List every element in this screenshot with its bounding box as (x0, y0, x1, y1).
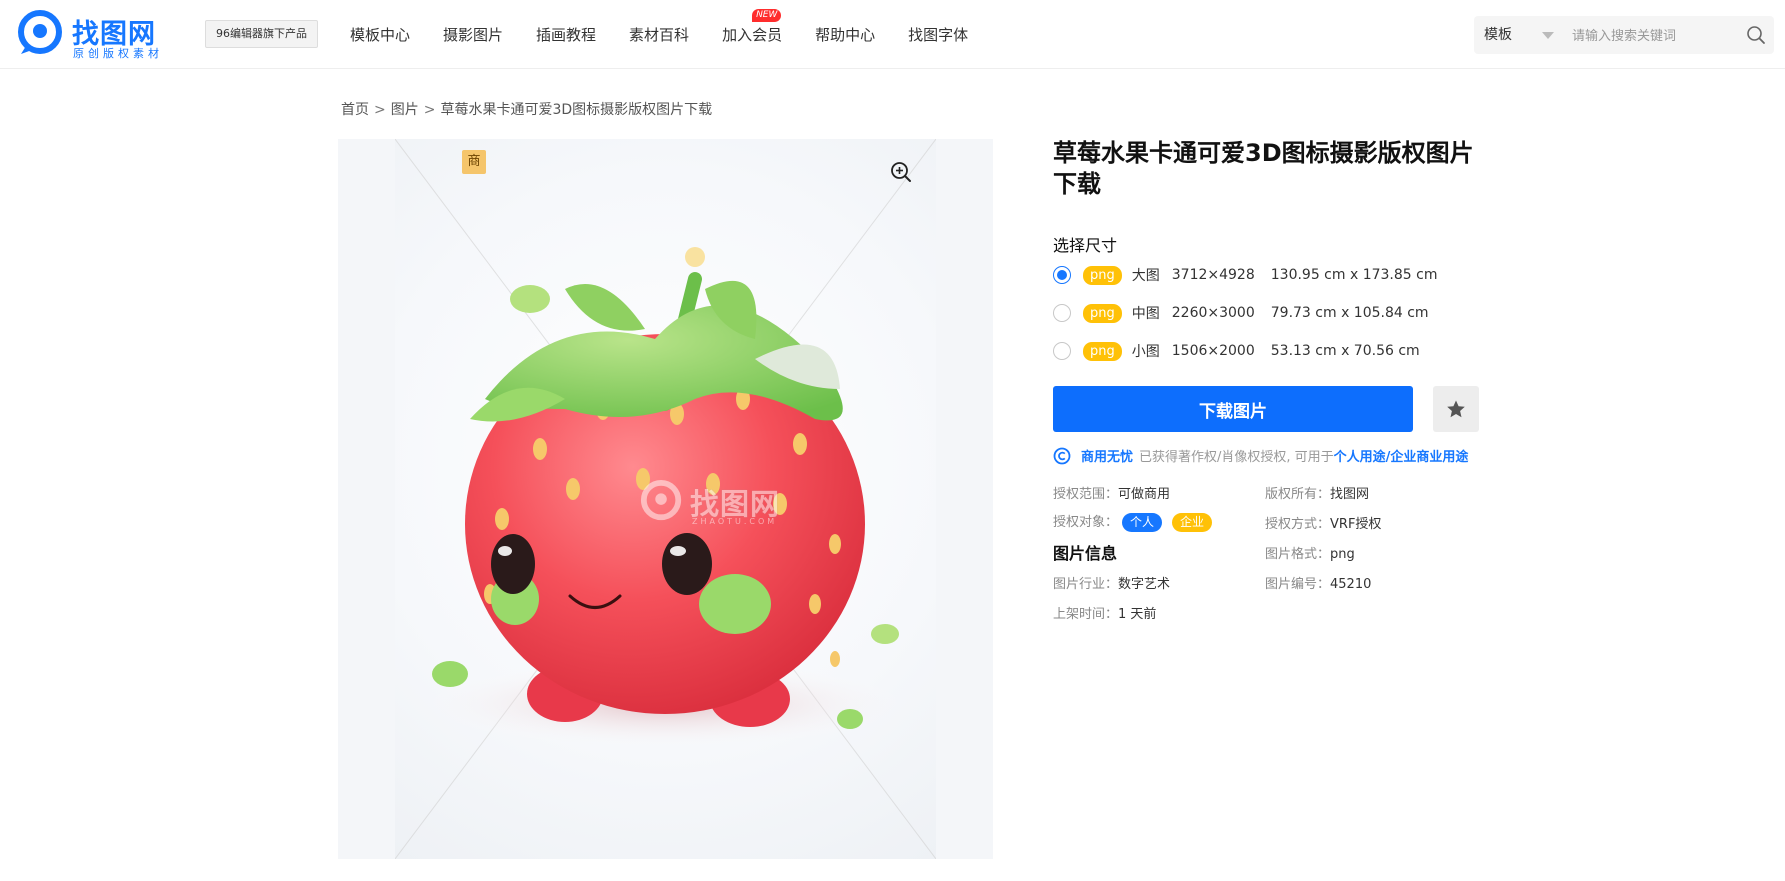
info-value: 可做商用 (1118, 487, 1171, 502)
size-cm: 130.95 cm x 173.85 cm (1270, 267, 1438, 283)
breadcrumb-home[interactable]: 首页 (341, 102, 369, 118)
license-strong: 商用无忧 (1081, 450, 1134, 465)
info-method: 授权方式：VRF授权 (1265, 513, 1381, 532)
image-preview: 商 找图网 ZHAOTU.COM (338, 139, 993, 859)
size-option-small[interactable]: png 小图 1506×2000 53.13 cm x 70.56 cm (1053, 338, 1493, 364)
size-name: 小图 (1131, 344, 1160, 360)
nav-item-tutorials[interactable]: 插画教程 (536, 24, 596, 45)
info-value: 找图网 (1330, 487, 1370, 502)
radio-button[interactable] (1053, 266, 1071, 284)
size-pixels: 2260×3000 (1171, 305, 1255, 321)
target-personal-badge: 个人 (1122, 513, 1163, 532)
chevron-down-icon[interactable] (1542, 32, 1554, 39)
breadcrumb-category[interactable]: 图片 (391, 102, 419, 118)
info-key: 授权范围： (1053, 487, 1119, 502)
new-badge: NEW (752, 8, 782, 22)
copyright-icon (1053, 447, 1071, 464)
search-bar: 模板 (1474, 16, 1774, 56)
size-pixels: 1506×2000 (1171, 343, 1255, 359)
product-tag[interactable]: 96编辑器旗下产品 (205, 20, 318, 48)
license-notice: 商用无忧 已获得著作权/肖像权授权, 可用于 个人用途/企业商业用途 (1053, 446, 1493, 465)
size-option-medium[interactable]: png 中图 2260×3000 79.73 cm x 105.84 cm (1053, 300, 1493, 326)
search-icon[interactable] (1746, 25, 1766, 45)
preview-canvas: 商 找图网 ZHAOTU.COM (395, 139, 936, 859)
format-badge: png (1083, 303, 1122, 323)
info-format: 图片格式：png (1265, 543, 1355, 562)
info-id: 图片编号：45210 (1265, 573, 1371, 592)
info-key: 图片格式： (1265, 547, 1331, 562)
image-title: 草莓水果卡通可爱3D图标摄影版权图片下载 (1053, 139, 1474, 198)
nav-item-encyclopedia[interactable]: 素材百科 (629, 24, 689, 45)
info-key: 授权方式： (1265, 517, 1331, 532)
watermark-subtext: ZHAOTU.COM (692, 517, 778, 526)
format-badge: png (1083, 341, 1122, 361)
info-value: png (1330, 547, 1355, 562)
zoom-in-icon[interactable] (890, 161, 912, 183)
size-label: 选择尺寸 (1053, 236, 1118, 255)
size-cm: 53.13 cm x 70.56 cm (1270, 343, 1420, 359)
target-enterprise-badge: 企业 (1172, 513, 1213, 532)
info-value: 1 天前 (1118, 607, 1157, 622)
info-key: 图片编号： (1265, 577, 1331, 592)
search-type-select[interactable]: 模板 (1484, 16, 1512, 54)
star-icon (1447, 400, 1465, 418)
license-usage-link[interactable]: 个人用途/企业商业用途 (1334, 446, 1469, 465)
main-nav: 模板中心 摄影图片 插画教程 素材百科 加入会员 NEW 帮助中心 找图字体 (350, 0, 1001, 68)
size-cm: 79.73 cm x 105.84 cm (1270, 305, 1429, 321)
nav-label: 找图字体 (908, 25, 969, 44)
size-name: 大图 (1131, 268, 1160, 284)
download-button[interactable]: 下载图片 (1053, 386, 1413, 432)
radio-button[interactable] (1053, 342, 1071, 360)
size-pixels: 3712×4928 (1171, 267, 1255, 283)
nav-item-help[interactable]: 帮助中心 (815, 24, 875, 45)
info-key: 版权所有： (1265, 487, 1331, 502)
info-value: VRF授权 (1330, 517, 1382, 532)
logo-subtitle: 原创版权素材 (73, 47, 163, 60)
commercial-badge: 商 (462, 150, 486, 174)
info-target: 授权对象： 个人 企业 (1053, 511, 1213, 532)
nav-item-photos[interactable]: 摄影图片 (443, 24, 503, 45)
site-logo[interactable]: 找图网 原创版权素材 (18, 10, 178, 60)
info-industry: 图片行业：数字艺术 (1053, 573, 1170, 592)
nav-item-templates[interactable]: 模板中心 (350, 24, 410, 45)
info-key: 上架时间： (1053, 607, 1119, 622)
nav-label: 帮助中心 (815, 25, 876, 44)
info-value: 数字艺术 (1118, 577, 1171, 592)
image-detail-panel: 草莓水果卡通可爱3D图标摄影版权图片下载 选择尺寸 png 大图 3712×49… (1053, 138, 1493, 622)
nav-label: 模板中心 (350, 25, 411, 44)
info-key: 授权对象： (1053, 515, 1119, 530)
nav-label: 摄影图片 (443, 25, 504, 44)
search-input[interactable] (1570, 16, 1734, 56)
top-header: 找图网 原创版权素材 96编辑器旗下产品 模板中心 摄影图片 插画教程 素材百科… (0, 0, 1785, 69)
info-upload-time: 上架时间：1 天前 (1053, 603, 1156, 622)
breadcrumb-separator: > (374, 102, 386, 118)
info-scope: 授权范围：可做商用 (1053, 483, 1170, 502)
breadcrumb-separator: > (423, 102, 436, 118)
watermark-logo-icon (640, 479, 682, 521)
image-info-heading: 图片信息 (1053, 544, 1118, 563)
favorite-button[interactable] (1433, 386, 1479, 432)
format-badge: png (1083, 265, 1122, 285)
license-text: 已获得著作权/肖像权授权, 可用于 (1139, 450, 1334, 465)
nav-label: 加入会员 (722, 25, 783, 44)
info-owner: 版权所有：找图网 (1265, 483, 1369, 502)
info-key: 图片行业： (1053, 577, 1119, 592)
size-name: 中图 (1131, 306, 1160, 322)
nav-item-membership[interactable]: 加入会员 NEW (722, 8, 783, 45)
breadcrumb: 首页 > 图片 > 草莓水果卡通可爱3D图标摄影版权图片下载 (341, 99, 712, 119)
breadcrumb-current: 草莓水果卡通可爱3D图标摄影版权图片下载 (440, 102, 713, 118)
nav-item-fonts[interactable]: 找图字体 (908, 24, 968, 45)
size-option-large[interactable]: png 大图 3712×4928 130.95 cm x 173.85 cm (1053, 262, 1493, 288)
radio-button[interactable] (1053, 304, 1071, 322)
nav-label: 插画教程 (536, 25, 597, 44)
logo-icon (18, 10, 62, 54)
info-value: 45210 (1330, 577, 1372, 592)
watermark: 找图网 ZHAOTU.COM (640, 477, 820, 533)
nav-label: 素材百科 (629, 25, 690, 44)
